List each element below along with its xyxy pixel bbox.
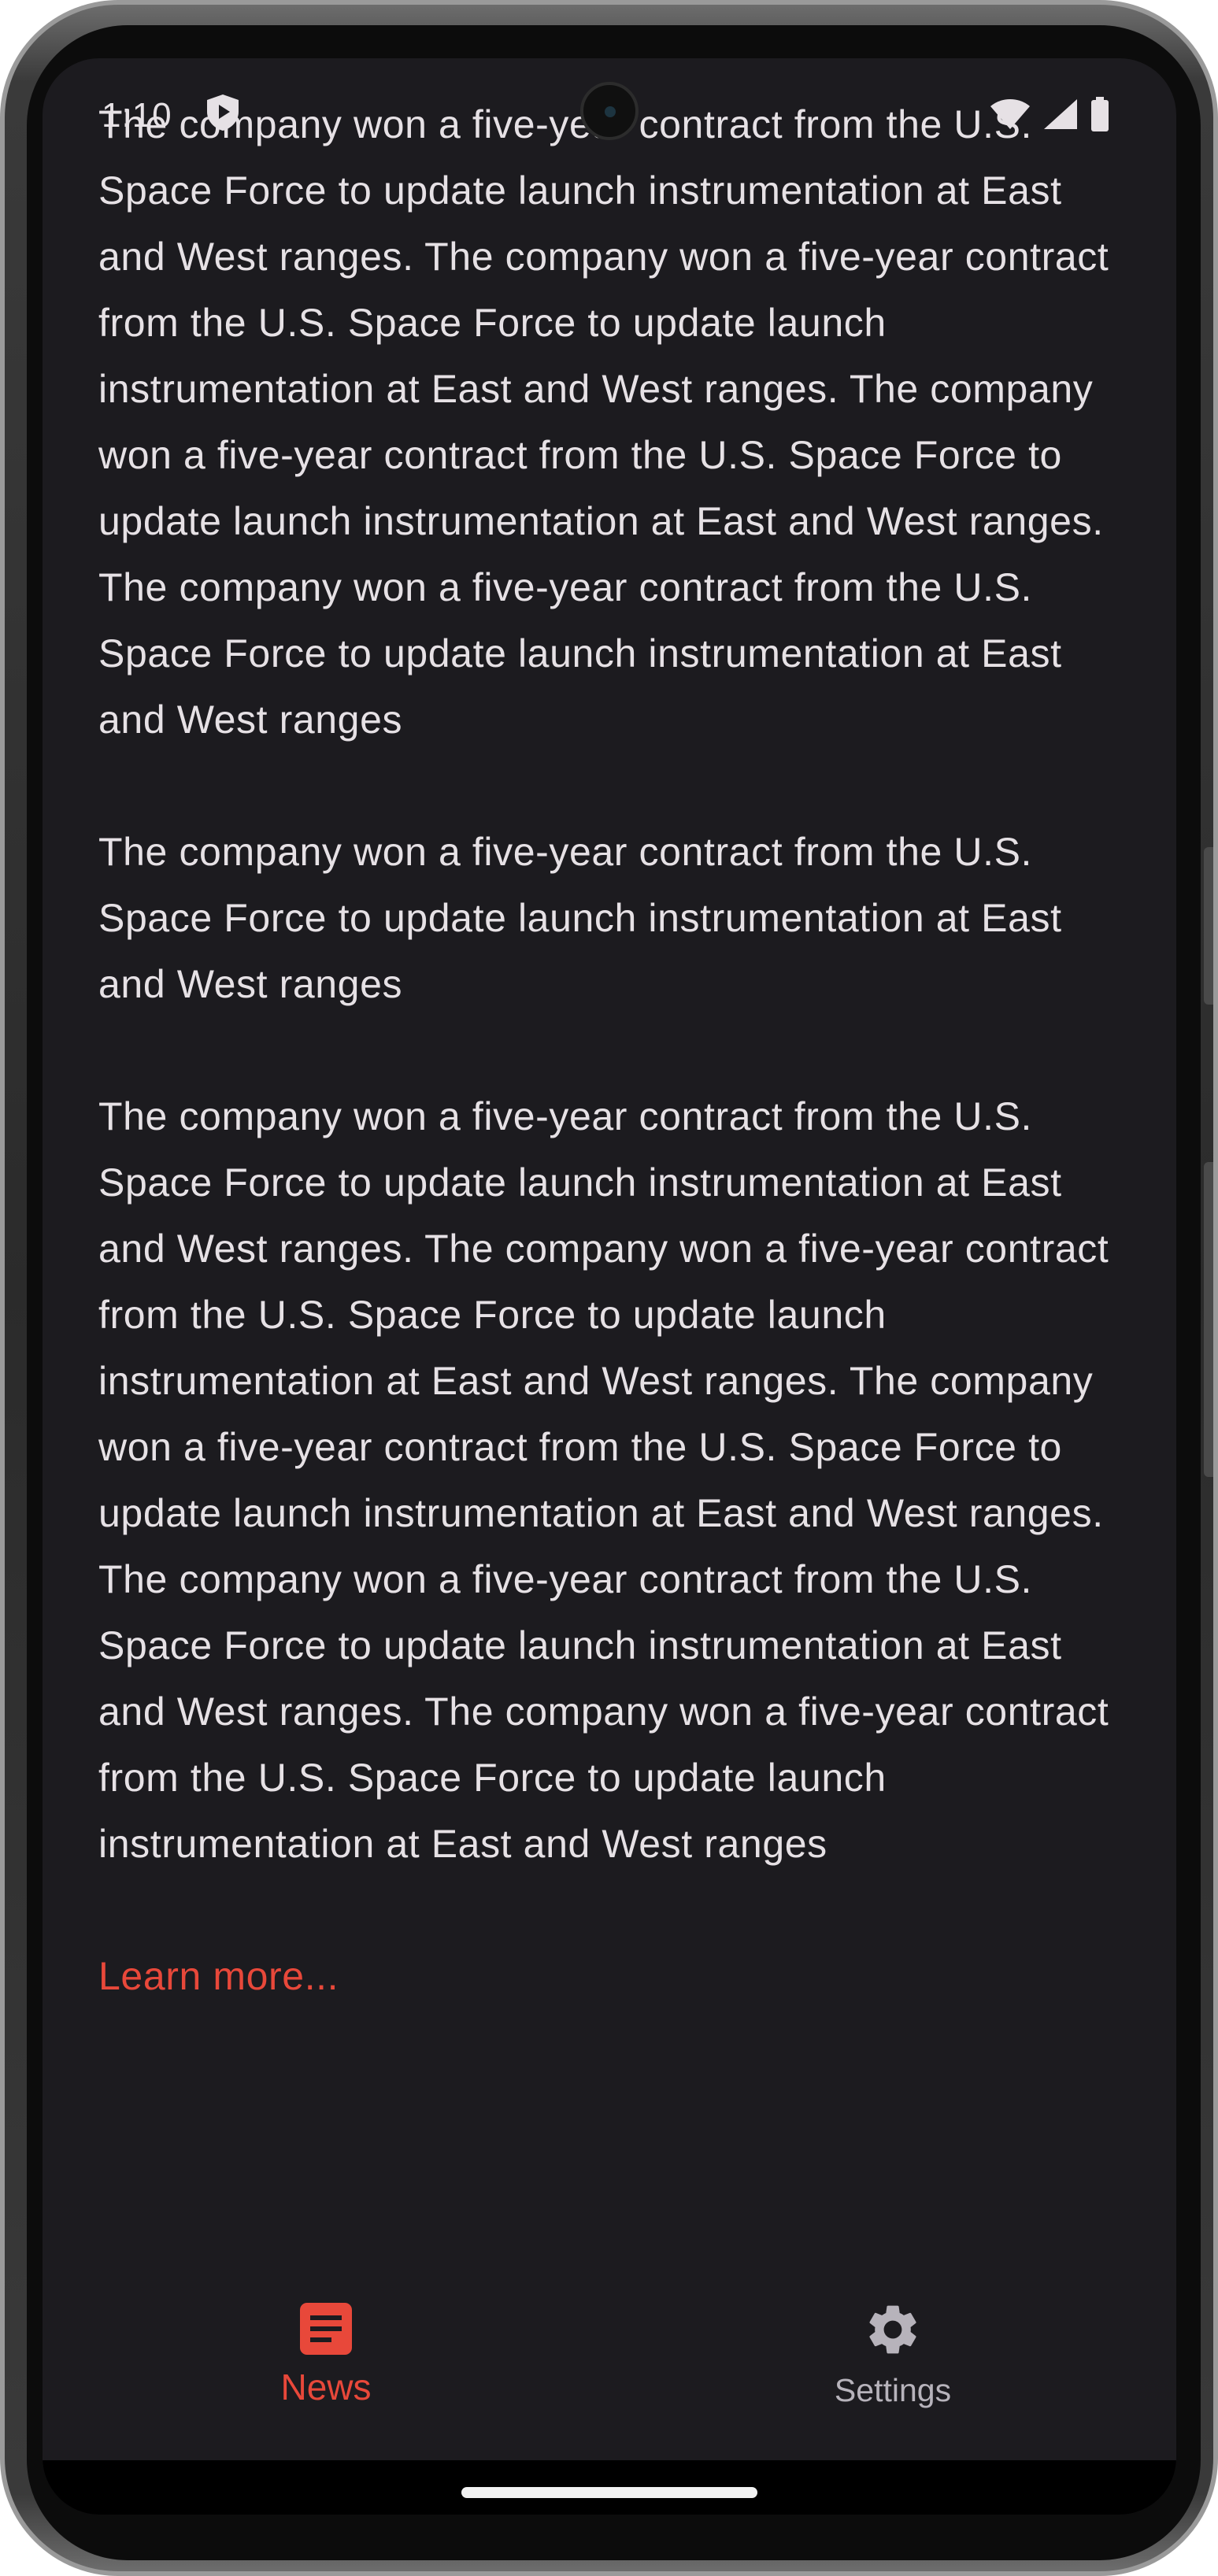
bottom-navigation: News Settings <box>43 2271 1176 2460</box>
nav-item-news[interactable]: News <box>43 2271 609 2460</box>
status-icons <box>989 96 1110 132</box>
article-icon <box>300 2303 352 2355</box>
power-button <box>1204 1162 1213 1477</box>
wifi-icon <box>990 99 1030 129</box>
status-bar: 1:10 <box>43 58 1176 176</box>
cellular-signal-icon <box>1044 99 1077 129</box>
learn-more-link[interactable]: Learn more... <box>98 1943 339 2009</box>
device-frame: The company won a five-year contract fro… <box>0 0 1218 2576</box>
article-paragraph-3: The company won a five-year contract fro… <box>98 1094 1109 1866</box>
shield-play-icon <box>207 94 239 131</box>
gear-icon <box>869 2305 916 2354</box>
nav-label-news: News <box>280 2367 372 2408</box>
article-paragraph-2: The company won a five-year contract fro… <box>98 830 1062 1006</box>
volume-button <box>1204 847 1213 1005</box>
screen: The company won a five-year contract fro… <box>43 58 1176 2515</box>
front-camera <box>580 82 639 140</box>
home-gesture-handle[interactable] <box>461 2487 757 2498</box>
status-time: 1:10 <box>102 96 172 135</box>
battery-icon <box>1091 97 1109 131</box>
article-paragraph-1: The company won a five-year contract fro… <box>98 102 1109 742</box>
nav-label-settings: Settings <box>834 2372 952 2408</box>
gesture-navigation-bar <box>43 2460 1176 2515</box>
nav-item-settings[interactable]: Settings <box>609 2271 1176 2460</box>
article-content: The company won a five-year contract fro… <box>98 91 1130 2009</box>
